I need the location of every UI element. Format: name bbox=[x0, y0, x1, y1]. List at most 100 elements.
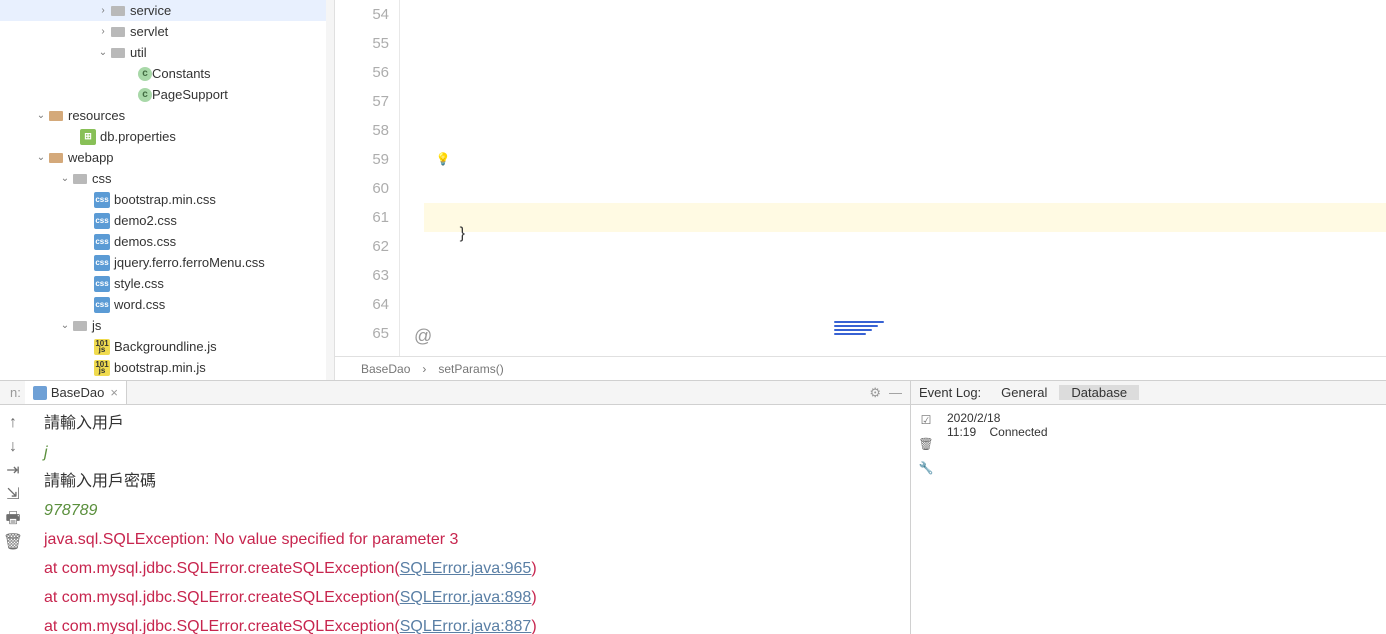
file-icon bbox=[33, 386, 47, 400]
tab-label: BaseDao bbox=[51, 385, 104, 400]
folder-icon bbox=[110, 3, 126, 19]
event-date: 2020/2/18 bbox=[947, 411, 1380, 425]
console-tab[interactable]: BaseDao × bbox=[25, 381, 127, 404]
chevron-down-icon: ⌄ bbox=[58, 173, 72, 184]
event-log-tab-database[interactable]: Database bbox=[1059, 385, 1139, 400]
tree-item-dbprops[interactable]: db.properties bbox=[0, 126, 334, 147]
js-file-icon bbox=[94, 339, 110, 355]
breadcrumb-bar[interactable]: BaseDao › setParams() bbox=[335, 356, 1386, 380]
code-editor: 545556 575859 606162 636465 @ } public s… bbox=[335, 0, 1386, 380]
tree-label: Backgroundline.js bbox=[114, 339, 217, 354]
folder-icon bbox=[48, 150, 64, 166]
tree-label: demo2.css bbox=[114, 213, 177, 228]
folder-icon bbox=[48, 108, 64, 124]
tree-item-css[interactable]: ⌄ css bbox=[0, 168, 334, 189]
tree-label: bootstrap.min.css bbox=[114, 192, 216, 207]
event-log-tools: ☑ 🗑 🔧 bbox=[917, 411, 941, 628]
stack-link[interactable]: SQLError.java:887 bbox=[400, 618, 532, 634]
tree-item-servlet[interactable]: › servlet bbox=[0, 21, 334, 42]
minimize-icon[interactable]: — bbox=[889, 385, 902, 400]
event-entry: 11:19 Connected bbox=[947, 425, 1380, 439]
chevron-down-icon: ⌄ bbox=[58, 320, 72, 331]
event-log-panel: Event Log: General Database ☑ 🗑 🔧 2020/2… bbox=[910, 381, 1386, 634]
gear-icon[interactable]: ⚙ bbox=[869, 385, 881, 401]
tree-label: Constants bbox=[152, 66, 211, 81]
tree-label: bootstrap.min.js bbox=[114, 360, 206, 375]
tree-label: word.css bbox=[114, 297, 165, 312]
tree-label: js bbox=[92, 318, 101, 333]
scroll-down-icon[interactable]: ↓ bbox=[4, 437, 22, 455]
tree-item-util[interactable]: ⌄ util bbox=[0, 42, 334, 63]
folder-icon bbox=[110, 45, 126, 61]
console-line: 請輸入用戶 bbox=[44, 409, 902, 438]
tree-item-pagesupport[interactable]: PageSupport bbox=[0, 84, 334, 105]
print-icon[interactable]: 🖶 bbox=[4, 509, 22, 527]
tree-item[interactable]: jquery.ferro.ferroMenu-1.1.min.js bbox=[0, 378, 334, 380]
console-output[interactable]: ↑ ↓ ⇥ ⇲ 🖶 🗑 請輸入用戶 j 請輸入用戶密碼 978789 java.… bbox=[0, 405, 910, 634]
tree-item-resources[interactable]: ⌄ resources bbox=[0, 105, 334, 126]
event-log-label: Event Log: bbox=[919, 385, 981, 400]
folder-icon bbox=[110, 24, 126, 40]
tree-item[interactable]: bootstrap.min.css bbox=[0, 189, 334, 210]
console-line: 978789 bbox=[44, 496, 902, 525]
console-line: j bbox=[44, 438, 902, 467]
stack-link[interactable]: SQLError.java:898 bbox=[400, 589, 532, 606]
tab-prefix: n: bbox=[6, 385, 25, 400]
console-tab-bar: n: BaseDao × ⚙ — bbox=[0, 381, 910, 405]
tree-item[interactable]: Backgroundline.js bbox=[0, 336, 334, 357]
event-log-tab-general[interactable]: General bbox=[989, 385, 1059, 400]
tree-label: css bbox=[92, 171, 112, 186]
soft-wrap-icon[interactable]: ⇥ bbox=[4, 461, 22, 479]
code-area[interactable]: 545556 575859 606162 636465 @ } public s… bbox=[335, 0, 1386, 356]
mark-read-icon[interactable]: ☑ bbox=[917, 411, 935, 429]
tree-label: db.properties bbox=[100, 129, 176, 144]
tree-label: style.css bbox=[114, 276, 164, 291]
class-icon bbox=[138, 67, 152, 81]
folder-icon bbox=[72, 318, 88, 334]
project-file-tree[interactable]: › service › servlet ⌄ util Constants Pag… bbox=[0, 0, 335, 380]
tree-item[interactable]: demo2.css bbox=[0, 210, 334, 231]
tree-label: demos.css bbox=[114, 234, 176, 249]
console-stack-line: at com.mysql.jdbc.SQLError.createSQLExce… bbox=[44, 583, 902, 612]
event-log-toolbar: Event Log: General Database bbox=[911, 381, 1386, 405]
tree-item[interactable]: bootstrap.min.js bbox=[0, 357, 334, 378]
js-file-icon bbox=[94, 360, 110, 376]
tree-item[interactable]: jquery.ferro.ferroMenu.css bbox=[0, 252, 334, 273]
tree-item-service[interactable]: › service bbox=[0, 0, 334, 21]
css-file-icon bbox=[94, 234, 110, 250]
settings-icon[interactable]: 🔧 bbox=[917, 459, 935, 477]
line-number-gutter: 545556 575859 606162 636465 bbox=[335, 0, 400, 356]
tree-item-webapp[interactable]: ⌄ webapp bbox=[0, 147, 334, 168]
tree-label: PageSupport bbox=[152, 87, 228, 102]
clear-icon[interactable]: 🗑 bbox=[917, 435, 935, 453]
tree-label: resources bbox=[68, 108, 125, 123]
css-file-icon bbox=[94, 192, 110, 208]
chevron-right-icon: › bbox=[96, 5, 110, 16]
tree-label: service bbox=[130, 3, 171, 18]
tree-item[interactable]: style.css bbox=[0, 273, 334, 294]
console-error: java.sql.SQLException: No value specifie… bbox=[44, 525, 902, 554]
console-line: 請輸入用戶密碼 bbox=[44, 467, 902, 496]
close-icon[interactable]: × bbox=[110, 385, 118, 400]
tree-item[interactable]: word.css bbox=[0, 294, 334, 315]
console-stack-line: at com.mysql.jdbc.SQLError.createSQLExce… bbox=[44, 612, 902, 634]
bottom-tool-window: n: BaseDao × ⚙ — ↑ ↓ ⇥ ⇲ 🖶 🗑 請輸入用戶 j 請輸入… bbox=[0, 380, 1386, 634]
scroll-up-icon[interactable]: ↑ bbox=[4, 413, 22, 431]
breadcrumb-item[interactable]: BaseDao bbox=[361, 362, 410, 376]
clear-icon[interactable]: 🗑 bbox=[4, 533, 22, 551]
css-file-icon bbox=[94, 276, 110, 292]
tree-label: webapp bbox=[68, 150, 114, 165]
breadcrumb-item[interactable]: setParams() bbox=[438, 362, 503, 376]
tree-item-js[interactable]: ⌄ js bbox=[0, 315, 334, 336]
chevron-down-icon: ⌄ bbox=[96, 47, 110, 58]
tree-item[interactable]: demos.css bbox=[0, 231, 334, 252]
css-file-icon bbox=[94, 297, 110, 313]
tree-item-constants[interactable]: Constants bbox=[0, 63, 334, 84]
scroll-to-end-icon[interactable]: ⇲ bbox=[4, 485, 22, 503]
console-panel: n: BaseDao × ⚙ — ↑ ↓ ⇥ ⇲ 🖶 🗑 請輸入用戶 j 請輸入… bbox=[0, 381, 910, 634]
tree-label: servlet bbox=[130, 24, 168, 39]
chevron-down-icon: ⌄ bbox=[34, 152, 48, 163]
code-content[interactable]: } public static void setParams(PreparedS… bbox=[420, 0, 1386, 356]
stack-link[interactable]: SQLError.java:965 bbox=[400, 560, 532, 577]
fold-gutter[interactable]: @ bbox=[400, 0, 420, 356]
